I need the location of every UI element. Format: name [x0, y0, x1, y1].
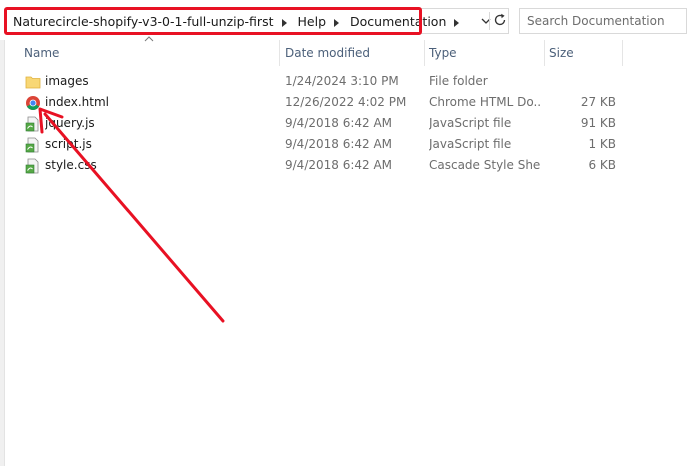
- file-date: 1/24/2024 3:10 PM: [285, 74, 399, 88]
- file-size: 27 KB: [580, 95, 616, 109]
- column-headers: Name Date modified Type Size: [6, 40, 689, 66]
- file-name: script.js: [45, 137, 92, 151]
- file-size: 1 KB: [588, 137, 616, 151]
- navigation-pane-edge: [0, 8, 5, 466]
- file-type: JavaScript file: [429, 116, 512, 130]
- refresh-button[interactable]: [489, 12, 510, 30]
- search-box[interactable]: [519, 8, 687, 34]
- file-name: style.css: [45, 158, 97, 172]
- file-size: 6 KB: [588, 158, 616, 172]
- file-name: images: [45, 74, 89, 88]
- list-item[interactable]: index.html 12/26/2022 4:02 PM Chrome HTM…: [6, 92, 689, 113]
- column-header-size[interactable]: Size: [543, 40, 623, 66]
- script-file-icon: [25, 116, 39, 132]
- file-date: 12/26/2022 4:02 PM: [285, 95, 407, 109]
- list-item[interactable]: images 1/24/2024 3:10 PM File folder: [6, 71, 689, 92]
- script-file-icon: [25, 137, 39, 153]
- breadcrumb-item-root[interactable]: Naturecircle-shopify-v3-0-1-full-unzip-f…: [13, 14, 274, 29]
- list-item[interactable]: script.js 9/4/2018 6:42 AM JavaScript fi…: [6, 134, 689, 155]
- breadcrumb-item-documentation[interactable]: Documentation: [350, 14, 446, 29]
- script-file-icon: [25, 158, 39, 174]
- folder-icon: [25, 76, 41, 89]
- list-item[interactable]: style.css 9/4/2018 6:42 AM Cascade Style…: [6, 155, 689, 176]
- file-type: Cascade Style She...: [429, 158, 541, 172]
- file-name: index.html: [45, 95, 109, 109]
- breadcrumb-item-help[interactable]: Help: [298, 14, 327, 29]
- sort-ascending-icon: [144, 36, 154, 42]
- file-date: 9/4/2018 6:42 AM: [285, 158, 393, 172]
- file-type: JavaScript file: [429, 137, 512, 151]
- file-type: File folder: [429, 74, 488, 88]
- file-size: [546, 71, 616, 92]
- breadcrumb: Naturecircle-shopify-v3-0-1-full-unzip-f…: [13, 14, 470, 29]
- file-date: 9/4/2018 6:42 AM: [285, 137, 393, 151]
- column-header-name[interactable]: Name: [18, 40, 280, 66]
- file-type: Chrome HTML Do...: [429, 95, 541, 109]
- file-name: jquery.js: [45, 116, 95, 130]
- chrome-icon: [26, 96, 40, 110]
- address-bar[interactable]: Naturecircle-shopify-v3-0-1-full-unzip-f…: [6, 8, 509, 34]
- chevron-right-icon[interactable]: [454, 18, 462, 27]
- list-item[interactable]: jquery.js 9/4/2018 6:42 AM JavaScript fi…: [6, 113, 689, 134]
- file-date: 9/4/2018 6:42 AM: [285, 116, 393, 130]
- address-bar-row: Naturecircle-shopify-v3-0-1-full-unzip-f…: [0, 0, 689, 40]
- search-input[interactable]: [527, 13, 677, 29]
- chevron-right-icon[interactable]: [334, 18, 342, 27]
- column-header-date-modified[interactable]: Date modified: [279, 40, 425, 66]
- refresh-icon: [494, 13, 506, 26]
- file-list: images 1/24/2024 3:10 PM File folder ind…: [6, 71, 689, 176]
- column-header-type[interactable]: Type: [423, 40, 545, 66]
- chevron-right-icon[interactable]: [281, 18, 290, 27]
- file-size: 91 KB: [580, 116, 616, 130]
